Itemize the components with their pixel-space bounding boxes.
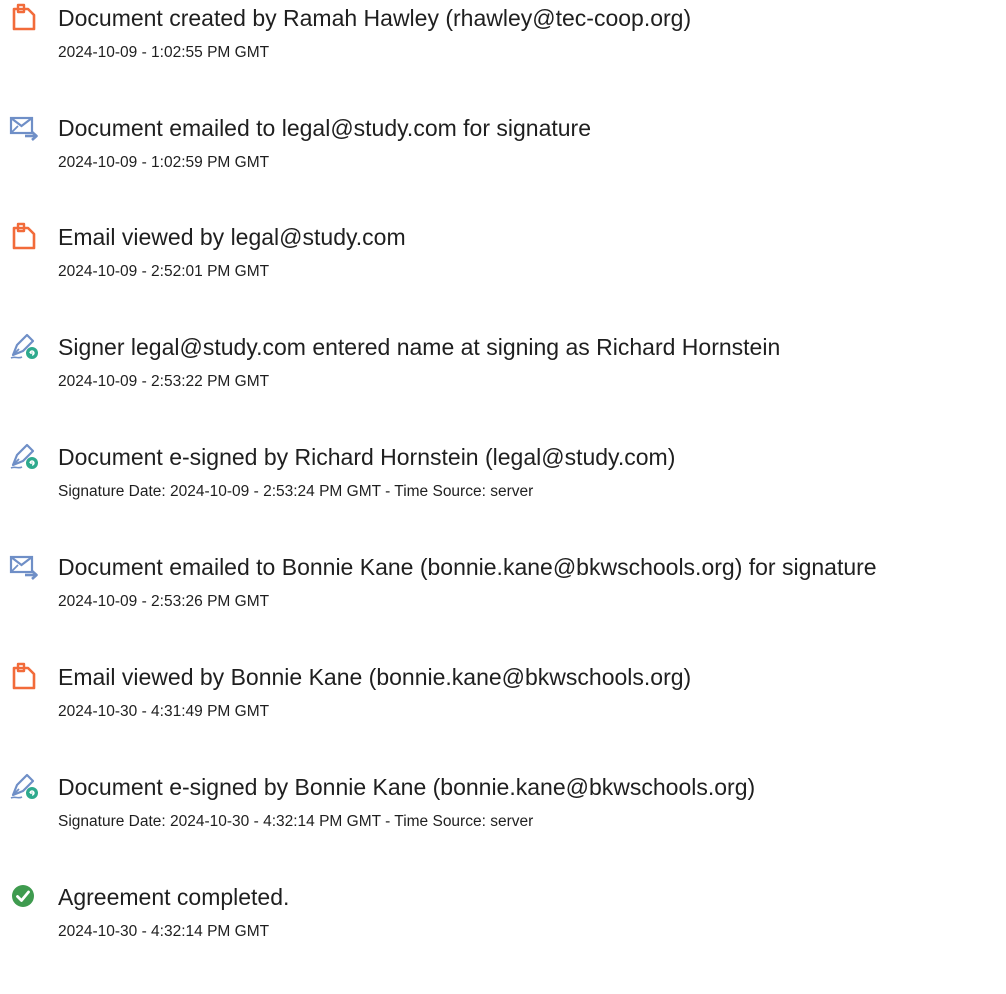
audit-entry-email-sent: Document emailed to legal@study.com for … [0,110,1006,190]
entry-title: Email viewed by Bonnie Kane (bonnie.kane… [58,664,692,690]
entry-title: Document emailed to legal@study.com for … [58,115,592,141]
email-sent-icon [9,551,39,581]
entry-title: Document emailed to Bonnie Kane (bonnie.… [58,554,877,580]
entry-timestamp: 2024-10-30 - 4:32:14 PM GMT [58,923,270,940]
document-viewed-icon [9,661,39,691]
pen-sign-icon [9,331,39,361]
audit-entry-email-viewed: Email viewed by legal@study.com 2024-10-… [0,219,1006,299]
entry-timestamp: 2024-10-09 - 2:53:26 PM GMT [58,593,270,610]
entry-timestamp: 2024-10-09 - 1:02:55 PM GMT [58,44,270,61]
audit-entry-email-viewed: Email viewed by Bonnie Kane (bonnie.kane… [0,659,1006,739]
entry-signature-date: Signature Date: 2024-10-09 - 2:53:24 PM … [58,483,534,500]
audit-entry-document-created: Document created by Ramah Hawley (rhawle… [0,0,1006,80]
entry-timestamp: 2024-10-30 - 4:31:49 PM GMT [58,703,270,720]
check-circle-icon [9,881,39,911]
audit-entry-email-sent: Document emailed to Bonnie Kane (bonnie.… [0,549,1006,629]
entry-timestamp: 2024-10-09 - 1:02:59 PM GMT [58,154,270,171]
document-viewed-icon [9,221,39,251]
audit-entry-e-signed: Document e-signed by Richard Hornstein (… [0,439,1006,519]
entry-title: Document created by Ramah Hawley (rhawle… [58,5,692,31]
audit-log: Document created by Ramah Hawley (rhawle… [0,0,1006,994]
audit-entry-agreement-completed: Agreement completed. 2024-10-30 - 4:32:1… [0,879,1006,959]
entry-title: Document e-signed by Bonnie Kane (bonnie… [58,774,756,800]
audit-entry-signer-name: Signer legal@study.com entered name at s… [0,329,1006,409]
entry-title: Email viewed by legal@study.com [58,224,406,250]
email-sent-icon [9,112,39,142]
pen-sign-icon [9,771,39,801]
entry-title: Signer legal@study.com entered name at s… [58,334,781,360]
entry-timestamp: 2024-10-09 - 2:53:22 PM GMT [58,373,270,390]
entry-title: Document e-signed by Richard Hornstein (… [58,444,676,470]
entry-title: Agreement completed. [58,884,290,910]
pen-sign-icon [9,441,39,471]
entry-timestamp: 2024-10-09 - 2:52:01 PM GMT [58,263,270,280]
audit-entry-e-signed: Document e-signed by Bonnie Kane (bonnie… [0,769,1006,849]
document-created-icon [9,2,39,32]
entry-signature-date: Signature Date: 2024-10-30 - 4:32:14 PM … [58,813,534,830]
